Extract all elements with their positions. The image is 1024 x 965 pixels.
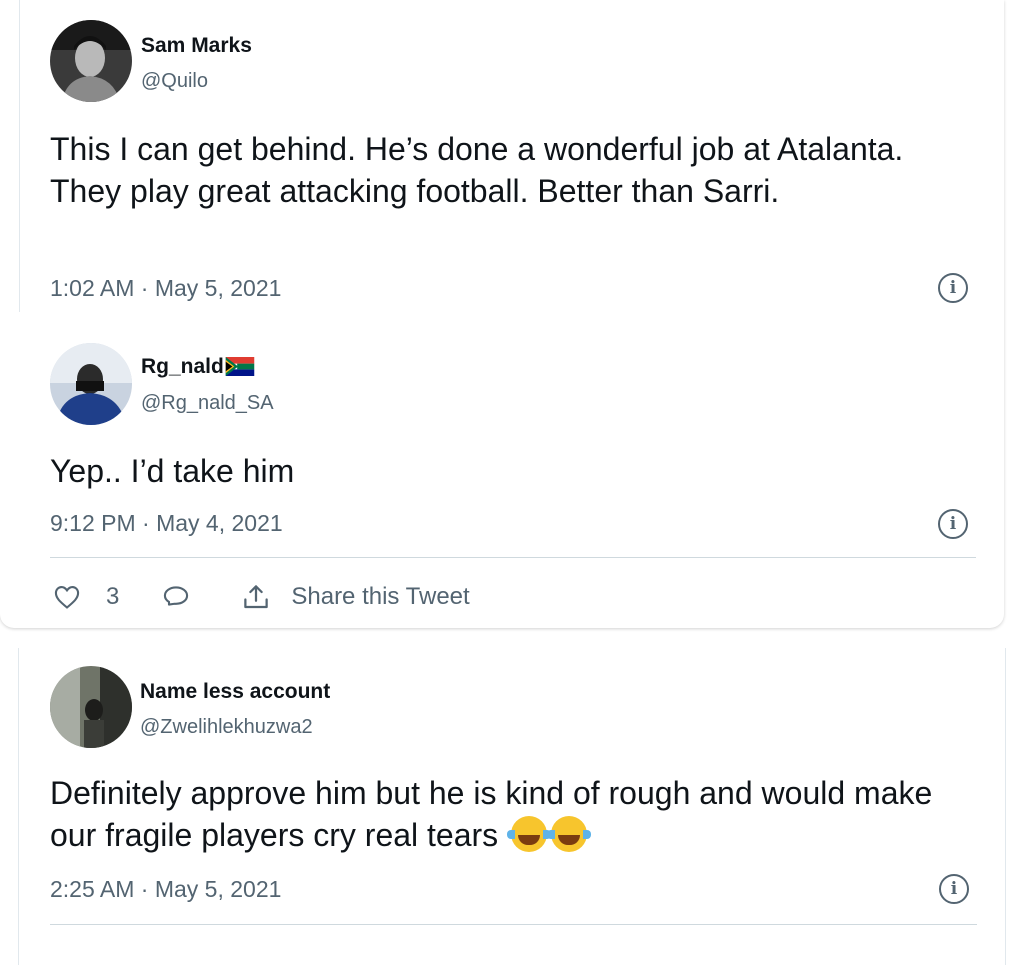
share-label: Share this Tweet: [291, 583, 470, 610]
tweet-actions: 3 Share this Tweet: [52, 582, 470, 612]
share-icon: [244, 585, 269, 609]
user-handle[interactable]: @Quilo: [141, 70, 208, 93]
like-count: 3: [106, 583, 120, 610]
tears-of-joy-emoji: [507, 816, 552, 852]
reply-icon: [164, 586, 189, 606]
tweet-text: Definitely approve him but he is kind of…: [50, 772, 970, 856]
tweet-rg-nald: Rg_nald @Rg_nald_SA Yep.. I’d take him 9…: [0, 320, 1004, 628]
display-name[interactable]: Rg_nald: [141, 355, 255, 379]
tweet-card: Sam Marks @Quilo This I can get behind. …: [0, 0, 1004, 628]
tweet-text: This I can get behind. He’s done a wonde…: [50, 131, 904, 209]
like-button[interactable]: 3: [52, 583, 119, 611]
tweet-sam-marks: Sam Marks @Quilo This I can get behind. …: [0, 0, 1004, 320]
avatar[interactable]: [50, 666, 132, 748]
south-africa-flag-icon: [225, 357, 255, 376]
user-handle[interactable]: @Zwelihlekhuzwa2: [140, 716, 313, 739]
divider: [50, 557, 976, 558]
display-name[interactable]: Name less account: [140, 680, 330, 704]
tweet-name-less-account: Name less account @Zwelihlekhuzwa2 Defin…: [19, 648, 1005, 965]
info-icon[interactable]: i: [938, 509, 968, 539]
display-name[interactable]: Sam Marks: [141, 34, 252, 58]
tweet-timestamp[interactable]: 1:02 AM · May 5, 2021: [50, 275, 281, 302]
info-icon[interactable]: i: [939, 874, 969, 904]
heart-icon: [54, 586, 80, 609]
info-icon[interactable]: i: [938, 273, 968, 303]
tweet-card: Name less account @Zwelihlekhuzwa2 Defin…: [18, 648, 1006, 965]
tweet-text-content: Definitely approve him but he is kind of…: [50, 775, 933, 853]
tweet-timestamp[interactable]: 2:25 AM · May 5, 2021: [50, 876, 281, 903]
user-handle[interactable]: @Rg_nald_SA: [141, 392, 274, 415]
divider: [50, 924, 977, 925]
display-name-text: Rg_nald: [141, 355, 224, 378]
tears-of-joy-emoji: [547, 816, 592, 852]
tweet-text: Yep.. I’d take him: [50, 453, 295, 489]
reply-button[interactable]: [161, 583, 191, 611]
avatar[interactable]: [50, 343, 132, 425]
avatar[interactable]: [50, 20, 132, 102]
tweet-timestamp[interactable]: 9:12 PM · May 4, 2021: [50, 510, 283, 537]
share-button[interactable]: Share this Tweet: [241, 582, 470, 612]
